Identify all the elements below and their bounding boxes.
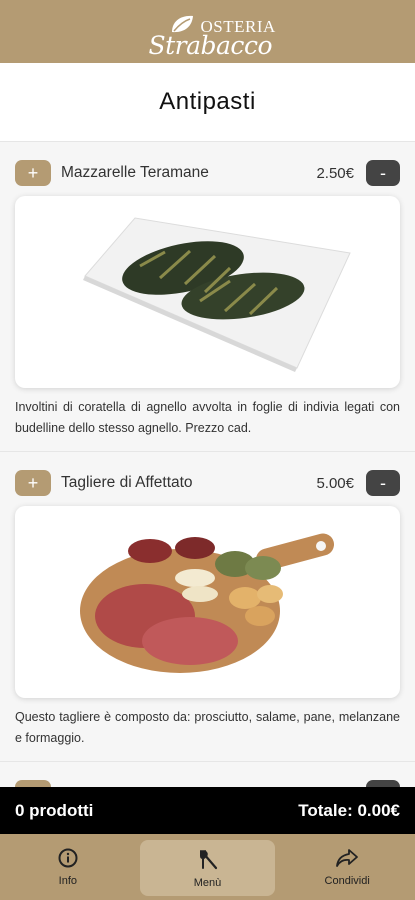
cutlery-icon: [199, 849, 217, 869]
add-to-cart-button[interactable]: [15, 780, 51, 787]
menu-item-price: 5.00€: [316, 474, 354, 492]
remove-from-cart-button[interactable]: -: [366, 160, 400, 186]
add-to-cart-button[interactable]: +: [15, 470, 51, 496]
info-icon: [58, 848, 78, 867]
remove-from-cart-button[interactable]: -: [366, 470, 400, 496]
menu-item-header: [15, 778, 400, 787]
menu-item-photo: [15, 506, 400, 698]
menu-item-price: 2.50€: [316, 164, 354, 182]
cart-total: Totale: 0.00€: [298, 800, 400, 820]
category-header: Antipasti: [0, 63, 415, 141]
cart-summary-bar[interactable]: 0 prodotti Totale: 0.00€: [0, 787, 415, 834]
add-to-cart-button[interactable]: +: [15, 160, 51, 186]
share-icon: [336, 848, 359, 867]
menu-item: [0, 761, 415, 787]
menu-item-description: Involtini di coratella di agnello avvolt…: [15, 400, 400, 435]
menu-item-photo: [15, 196, 400, 388]
menu-item-name: Mazzarelle Teramane: [61, 164, 209, 181]
tab-info-label: Info: [58, 874, 78, 887]
tab-menu-label: Menù: [193, 876, 222, 889]
menu-item-header: + Mazzarelle Teramane 2.50€ -: [15, 158, 400, 188]
menu-item-name: Tagliere di Affettato: [61, 474, 193, 491]
menu-item: + Tagliere di Affettato 5.00€ - Questo t…: [0, 451, 415, 761]
tab-menu[interactable]: Menù: [139, 840, 276, 896]
tab-share-label: Condividi: [324, 874, 370, 887]
menu-item-list[interactable]: + Mazzarelle Teramane 2.50€ - Involtini …: [0, 141, 415, 787]
tab-share[interactable]: Condividi: [279, 834, 415, 900]
menu-item-description: Questo tagliere è composto da: prosciutt…: [15, 710, 400, 745]
menu-item: + Mazzarelle Teramane 2.50€ - Involtini …: [0, 141, 415, 451]
bottom-navigation: Info Menù Condividi: [0, 834, 415, 900]
tab-info[interactable]: Info: [0, 834, 136, 900]
app-header: OSTERIA Strabacco: [0, 0, 415, 63]
remove-from-cart-button[interactable]: [366, 780, 400, 787]
cart-count: 0 prodotti: [15, 800, 94, 820]
brand-logo: OSTERIA Strabacco: [143, 7, 275, 60]
logo-text-bottom: Strabacco: [148, 30, 273, 60]
menu-item-header: + Tagliere di Affettato 5.00€ -: [15, 468, 400, 498]
page-title: Antipasti: [159, 88, 256, 115]
